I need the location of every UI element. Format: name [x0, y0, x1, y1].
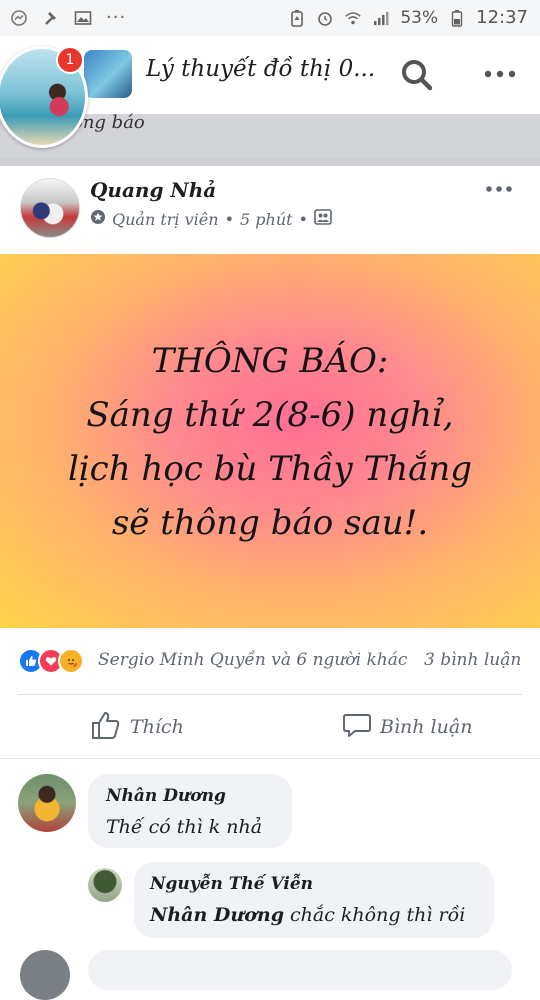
- comment-button[interactable]: Bình luận: [342, 710, 472, 744]
- mention-link[interactable]: Nhân Dương: [150, 904, 284, 926]
- wifi-icon: [344, 9, 362, 27]
- post-text-line: Sáng thứ 2(8-6) nghỉ,: [86, 395, 454, 435]
- reaction-names[interactable]: Sergio Minh Quyền và 6 người khác: [98, 650, 407, 670]
- messenger-icon: [10, 9, 28, 27]
- audience-group-icon: [314, 208, 332, 230]
- post-text-line: sẽ thông báo sau!.: [111, 503, 429, 543]
- search-icon: [398, 60, 436, 98]
- care-icon: [58, 648, 84, 674]
- post-time[interactable]: 5 phút: [240, 210, 293, 229]
- battery-saver-icon: [288, 9, 306, 27]
- reaction-icons[interactable]: [18, 648, 84, 674]
- section-divider: [0, 158, 540, 166]
- header-more-button[interactable]: [480, 62, 520, 86]
- commenter-avatar[interactable]: [20, 950, 70, 1000]
- reply-commenter-name[interactable]: Nguyễn Thế Viễn: [150, 874, 313, 894]
- notification-badge[interactable]: 1: [56, 46, 84, 74]
- post-meta: Quản trị viên • 5 phút •: [90, 208, 332, 230]
- commenter-avatar[interactable]: [18, 774, 76, 832]
- group-title[interactable]: Lý thuyết đồ thị 0...: [146, 56, 375, 82]
- admin-badge-icon: [90, 209, 106, 229]
- comments-divider: [0, 758, 540, 759]
- like-label: Thích: [130, 716, 184, 738]
- battery-icon: [448, 9, 466, 27]
- post-more-button[interactable]: [484, 180, 514, 198]
- more-horizontal-icon: [480, 70, 520, 90]
- post-text-line: lịch học bù Thầy Thắng: [67, 449, 473, 489]
- status-bar: ··· 53% 12:37: [0, 0, 540, 36]
- signal-icon: [372, 9, 390, 27]
- meta-separator-2: •: [298, 209, 308, 229]
- comment-count[interactable]: 3 bình luận: [424, 650, 521, 670]
- comment-bubble[interactable]: [88, 950, 512, 990]
- hammer-icon: [42, 9, 60, 27]
- comment-text: Thế có thì k nhả: [106, 816, 263, 838]
- post-background-card[interactable]: THÔNG BÁO: Sáng thứ 2(8-6) nghỉ, lịch họ…: [0, 254, 540, 628]
- author-role: Quản trị viên: [112, 209, 219, 229]
- post-text: THÔNG BÁO: Sáng thứ 2(8-6) nghỉ, lịch họ…: [0, 334, 540, 550]
- reply-commenter-avatar[interactable]: [88, 868, 122, 902]
- thumbs-up-icon: [90, 710, 122, 745]
- clock-time: 12:37: [476, 7, 528, 28]
- action-divider: [18, 694, 522, 695]
- comment-label: Bình luận: [380, 716, 473, 738]
- author-name[interactable]: Quang Nhả: [90, 178, 216, 202]
- alarm-icon: [316, 9, 334, 27]
- like-button[interactable]: Thích: [90, 710, 184, 744]
- more-icon: ···: [106, 7, 127, 28]
- group-cover-thumbnail[interactable]: [84, 50, 132, 98]
- author-avatar[interactable]: [20, 178, 80, 238]
- more-horizontal-icon: [484, 183, 514, 202]
- reply-body: chắc không thì rồi: [290, 904, 466, 926]
- commenter-name[interactable]: Nhân Dương: [106, 786, 226, 806]
- search-button[interactable]: [398, 56, 436, 94]
- image-icon: [74, 9, 92, 27]
- post-text-line: THÔNG BÁO:: [151, 341, 389, 381]
- reply-text: Nhân Dương chắc không thì rồi: [150, 904, 465, 926]
- battery-percent: 53%: [400, 7, 439, 28]
- reply-bubble[interactable]: Nguyễn Thế Viễn Nhân Dương chắc không th…: [134, 862, 494, 938]
- comment-bubble[interactable]: Nhân Dương Thế có thì k nhả: [88, 774, 292, 848]
- comment-bubble-icon: [342, 710, 372, 745]
- meta-separator-1: •: [224, 209, 234, 229]
